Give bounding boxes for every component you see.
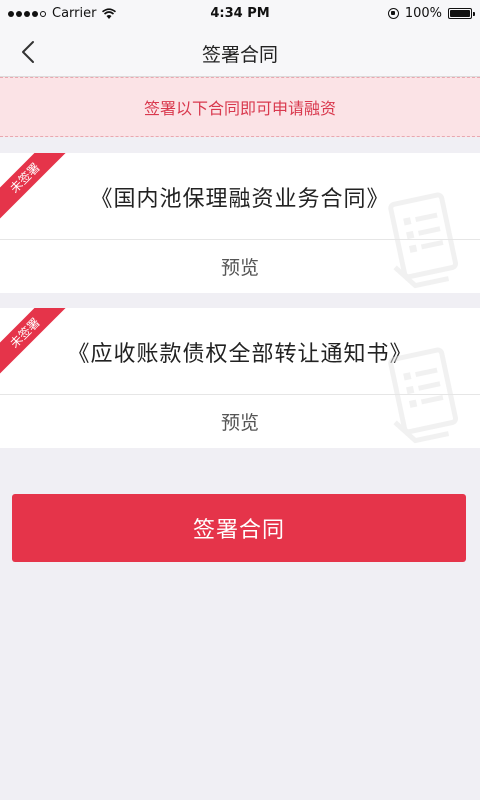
preview-link[interactable]: 预览 (0, 395, 480, 448)
notice-banner: 签署以下合同即可申请融资 (0, 77, 480, 137)
preview-link[interactable]: 预览 (0, 240, 480, 293)
orientation-lock-icon (387, 8, 399, 19)
contract-card: 未签署 《应收账款债权全部转让通知书》 预览 (0, 308, 480, 448)
page-title: 签署合同 (201, 44, 278, 66)
battery-percent: 100% (404, 6, 442, 21)
status-bar: Carrier 4:34 PM 100% (0, 0, 480, 28)
battery-icon (448, 8, 475, 19)
notice-text: 签署以下合同即可申请融资 (143, 99, 336, 118)
sign-contract-button[interactable]: 签署合同 (12, 494, 466, 562)
contract-card: 未签署 《国内池保理融资业务合同》 预览 (0, 153, 480, 293)
nav-bar: 签署合同 (0, 28, 480, 77)
status-right: 100% (387, 6, 475, 21)
